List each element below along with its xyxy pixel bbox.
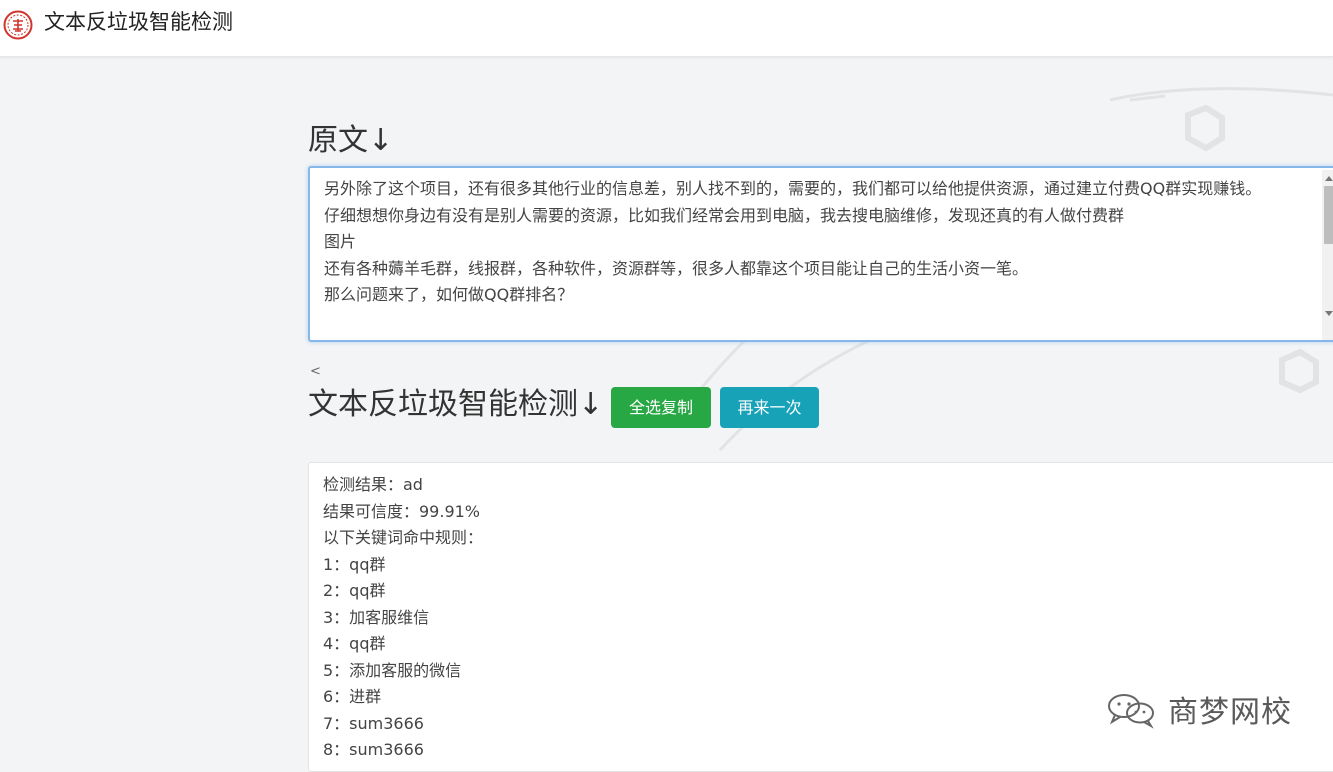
navbar: 文本反垃圾智能检测: [0, 0, 1333, 57]
try-again-button[interactable]: 再来一次: [720, 387, 819, 428]
stray-less-than-text: <: [310, 364, 321, 379]
result-line: 2：qq群: [323, 581, 386, 600]
result-line: 4：qq群: [323, 634, 386, 653]
result-line: 检测结果：ad: [323, 475, 423, 494]
scroll-thumb[interactable]: [1324, 186, 1333, 244]
original-text-input[interactable]: 另外除了这个项目，还有很多其他行业的信息差，别人找不到的，需要的，我们都可以给他…: [308, 166, 1333, 342]
app-title[interactable]: 文本反垃圾智能检测: [44, 8, 233, 36]
wechat-watermark: 商梦网校: [1104, 684, 1292, 734]
result-line: 结果可信度：99.91%: [323, 501, 481, 521]
scroll-up-arrow-icon[interactable]: [1325, 176, 1333, 181]
detect-heading: 文本反垃圾智能检测↓: [308, 387, 604, 422]
result-lines: 检测结果：ad 结果可信度：99.91% 以下关键词命中规则： 1：qq群 2：…: [323, 472, 483, 764]
seal-logo-icon[interactable]: [3, 10, 33, 40]
scroll-down-arrow-icon[interactable]: [1325, 311, 1333, 316]
wechat-chat-icon: [1108, 694, 1154, 729]
select-all-copy-button[interactable]: 全选复制: [611, 387, 711, 428]
textarea-scrollbar[interactable]: [1322, 170, 1333, 340]
result-line: 3：加客服维信: [323, 607, 430, 627]
result-line: 7：sum3666: [323, 713, 424, 733]
result-line: 8：sum3666: [323, 740, 424, 759]
result-line: 6：进群: [323, 687, 382, 706]
result-line: 5：添加客服的微信: [323, 660, 462, 680]
result-line: 1：qq群: [323, 554, 386, 574]
original-text-content[interactable]: 另外除了这个项目，还有很多其他行业的信息差，别人找不到的，需要的，我们都可以给他…: [324, 176, 1304, 309]
original-heading: 原文↓: [308, 123, 394, 158]
result-line: 以下关键词命中规则：: [323, 528, 484, 547]
watermark-text: 商梦网校: [1168, 695, 1292, 730]
